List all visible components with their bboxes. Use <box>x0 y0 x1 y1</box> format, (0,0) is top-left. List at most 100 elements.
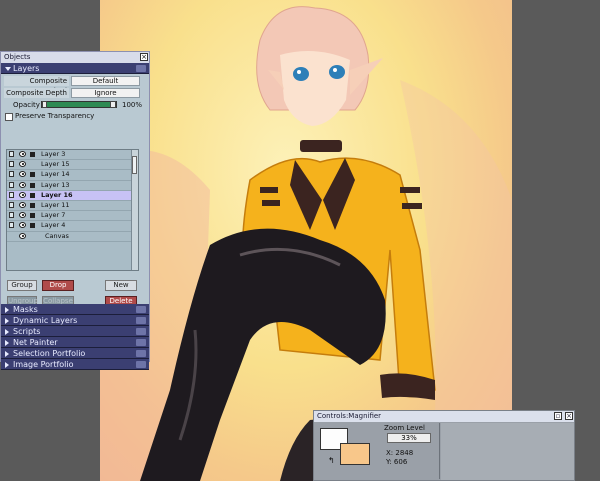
magnifier-preview[interactable] <box>441 423 574 480</box>
preserve-transparency-checkbox[interactable] <box>5 113 13 121</box>
triangle-right-icon <box>5 362 9 368</box>
layer-name: Canvas <box>45 231 69 240</box>
slider-handle[interactable] <box>110 101 116 108</box>
layer-name: Layer 15 <box>41 160 70 169</box>
layer-list: Layer 3 Layer 15 Layer 14 Layer 13 Layer… <box>6 149 139 271</box>
layer-row-11[interactable]: Layer 11 <box>7 200 138 212</box>
layer-row-canvas[interactable]: Canvas <box>7 232 138 242</box>
section-title: Net Painter <box>13 338 58 347</box>
lock-icon[interactable] <box>30 223 35 229</box>
section-masks[interactable]: Masks <box>1 304 149 315</box>
lock-icon[interactable] <box>30 202 35 208</box>
layer-link-icon[interactable] <box>9 201 14 208</box>
slider-left-arrow-icon[interactable] <box>42 101 47 108</box>
magnifier-title: Controls:Magnifier <box>317 412 382 420</box>
eye-icon[interactable] <box>19 181 26 188</box>
lock-icon[interactable] <box>30 213 35 219</box>
new-button[interactable]: New <box>105 280 137 291</box>
triangle-right-icon <box>5 318 9 324</box>
group-button[interactable]: Group <box>7 280 37 291</box>
layer-link-icon[interactable] <box>9 212 14 219</box>
layer-link-icon[interactable] <box>9 161 14 168</box>
section-menu-icon[interactable] <box>136 317 146 324</box>
lock-icon[interactable] <box>30 182 35 188</box>
layers-section-header[interactable]: Layers <box>1 63 149 74</box>
layer-row-14[interactable]: Layer 14 <box>7 170 138 181</box>
layer-name: Layer 11 <box>41 200 70 209</box>
section-title: Image Portfolio <box>13 360 74 369</box>
eye-icon[interactable] <box>19 191 26 198</box>
layer-name: Layer 4 <box>41 221 66 230</box>
section-menu-icon[interactable] <box>136 306 146 313</box>
document-canvas[interactable] <box>100 0 512 481</box>
zoom-level-label: Zoom Level <box>384 424 425 432</box>
layer-list-scrollbar[interactable] <box>131 150 138 270</box>
layer-name: Layer 13 <box>41 180 70 189</box>
eye-icon[interactable] <box>19 232 26 239</box>
section-title: Scripts <box>13 327 41 336</box>
composite-depth-select[interactable]: Ignore <box>71 88 140 98</box>
section-image-portfolio[interactable]: Image Portfolio <box>1 359 149 370</box>
layer-row-15[interactable]: Layer 15 <box>7 160 138 171</box>
section-title: Masks <box>13 305 38 314</box>
layer-link-icon[interactable] <box>9 151 14 157</box>
opacity-value: 100% <box>122 101 143 109</box>
composite-depth-row: Composite Depth Ignore <box>1 87 149 99</box>
eye-icon[interactable] <box>19 222 26 229</box>
foreground-color-swatch[interactable] <box>340 443 370 465</box>
magnifier-panel: Controls:Magnifier ▫ × ↰ Zoom Level 33% … <box>313 410 575 481</box>
layer-name: Layer 14 <box>41 170 70 179</box>
composite-method-select[interactable]: Default <box>71 76 140 86</box>
zoom-level-field[interactable]: 33% <box>387 433 431 443</box>
layer-name: Layer 7 <box>41 211 66 220</box>
y-coordinate-readout: Y: 606 <box>386 458 408 466</box>
magnifier-divider <box>439 423 440 479</box>
eye-icon[interactable] <box>19 151 26 157</box>
objects-panel-titlebar[interactable]: Objects × <box>1 52 149 63</box>
eye-icon[interactable] <box>19 212 26 219</box>
layer-row-13[interactable]: Layer 13 <box>7 181 138 191</box>
layers-body: Composite Method Default Composite Depth… <box>1 74 149 307</box>
lock-icon[interactable] <box>30 152 35 157</box>
section-dynamic-layers[interactable]: Dynamic Layers <box>1 315 149 326</box>
opacity-slider[interactable] <box>41 101 117 108</box>
lock-icon[interactable] <box>30 192 35 198</box>
layer-link-icon[interactable] <box>9 181 14 188</box>
layer-row-16[interactable]: Layer 16 <box>7 190 138 201</box>
preserve-transparency-label: Preserve Transparency <box>15 112 95 120</box>
objects-panel-title: Objects <box>4 53 31 61</box>
eye-icon[interactable] <box>19 201 26 208</box>
close-icon[interactable]: × <box>140 53 148 61</box>
magnifier-titlebar[interactable]: Controls:Magnifier ▫ × <box>314 411 574 422</box>
section-menu-icon[interactable] <box>136 328 146 335</box>
layer-row-4[interactable]: Layer 4 <box>7 221 138 232</box>
swap-colors-icon[interactable]: ↰ <box>328 456 335 465</box>
section-net-painter[interactable]: Net Painter <box>1 337 149 348</box>
eye-icon[interactable] <box>19 171 26 178</box>
preserve-transparency-row: Preserve Transparency <box>1 111 149 122</box>
color-swatches: ↰ <box>320 428 370 472</box>
section-selection-portfolio[interactable]: Selection Portfolio <box>1 348 149 359</box>
drop-button[interactable]: Drop <box>42 280 74 291</box>
scrollbar-thumb[interactable] <box>132 156 137 174</box>
section-title: Selection Portfolio <box>13 349 86 358</box>
artwork-illustration <box>100 6 512 481</box>
layer-row-3[interactable]: Layer 3 <box>7 150 138 161</box>
lock-icon[interactable] <box>30 172 35 178</box>
layer-link-icon[interactable] <box>9 222 14 229</box>
collapse-icon[interactable]: ▫ <box>554 412 562 420</box>
section-menu-icon[interactable] <box>136 339 146 346</box>
section-scripts[interactable]: Scripts <box>1 326 149 337</box>
triangle-right-icon <box>5 340 9 346</box>
section-menu-icon[interactable] <box>136 350 146 357</box>
section-menu-icon[interactable] <box>136 361 146 368</box>
layers-section-title: Layers <box>13 64 40 73</box>
composite-depth-label: Composite Depth <box>4 88 69 98</box>
eye-icon[interactable] <box>19 161 26 168</box>
section-menu-icon[interactable] <box>136 65 146 72</box>
layer-link-icon[interactable] <box>9 191 14 198</box>
close-icon[interactable]: × <box>565 412 573 420</box>
layer-link-icon[interactable] <box>9 171 14 178</box>
layer-row-7[interactable]: Layer 7 <box>7 211 138 222</box>
composite-method-label: Composite Method <box>4 76 69 95</box>
